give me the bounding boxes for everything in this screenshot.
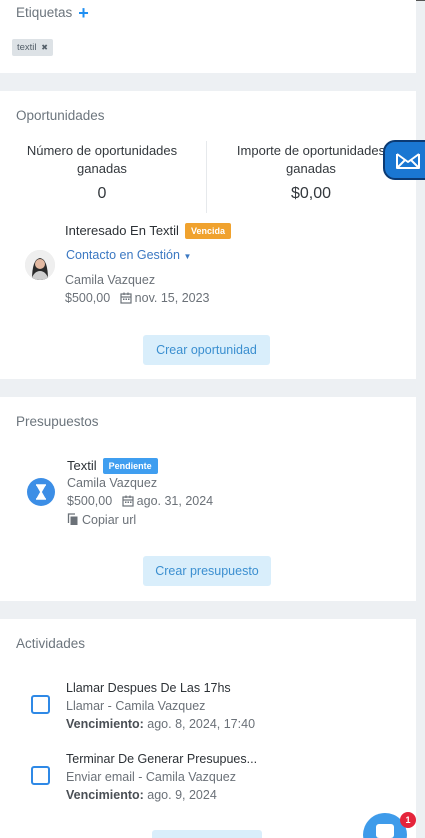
mail-tab[interactable] bbox=[383, 140, 425, 180]
quote-contact: Camila Vazquez bbox=[67, 476, 158, 490]
copy-icon bbox=[67, 513, 78, 525]
hourglass-icon bbox=[27, 478, 55, 506]
tag-remove-icon[interactable]: ✖ bbox=[41, 43, 48, 52]
partial-button[interactable] bbox=[152, 830, 262, 838]
tags-section-title: Etiquetas + bbox=[16, 3, 89, 24]
due-label: Vencimiento: bbox=[66, 717, 144, 731]
create-quote-button[interactable]: Crear presupuesto bbox=[143, 556, 271, 586]
tags-card: Etiquetas + textil ✖ bbox=[0, 0, 416, 73]
caret-down-icon: ▼ bbox=[183, 252, 192, 261]
quotes-section-title: Presupuestos bbox=[16, 414, 99, 429]
won-count-value: 0 bbox=[97, 185, 107, 202]
tag-label: textil bbox=[17, 42, 37, 53]
activity-due-date: ago. 9, 2024 bbox=[147, 788, 217, 802]
pending-badge: Pendiente bbox=[102, 458, 158, 474]
stage-dropdown[interactable]: Contacto en Gestión ▼ bbox=[66, 248, 191, 262]
won-count-label: Número de oportunidades ganadas bbox=[26, 143, 178, 176]
due-label: Vencimiento: bbox=[66, 788, 144, 802]
activities-section-title: Actividades bbox=[16, 636, 86, 651]
overdue-badge: Vencida bbox=[184, 223, 231, 239]
activity-subtitle: Llamar - Camila Vazquez bbox=[66, 699, 206, 713]
activity-due-row: Vencimiento: ago. 9, 2024 bbox=[66, 788, 217, 802]
opportunity-contact: Camila Vazquez bbox=[65, 273, 156, 287]
quote-name[interactable]: Textil bbox=[67, 458, 97, 473]
quotes-card: Presupuestos Textil Pendiente Camila Vazq… bbox=[0, 397, 416, 601]
envelope-icon bbox=[396, 153, 420, 169]
quote-amount-row: $500,00 ago. 31, 2024 bbox=[67, 494, 213, 508]
tag-chip: textil ✖ bbox=[12, 39, 53, 56]
add-tag-icon[interactable]: + bbox=[78, 3, 89, 23]
opportunity-name-row: Interesado En Textil Vencida bbox=[65, 223, 231, 239]
opportunity-amount-row: $500,00 nov. 15, 2023 bbox=[65, 291, 210, 305]
calendar-icon bbox=[122, 495, 134, 507]
copy-url-link[interactable]: Copiar url bbox=[67, 513, 136, 527]
activity-due-date: ago. 8, 2024, 17:40 bbox=[147, 717, 256, 731]
stats-divider bbox=[206, 141, 207, 213]
stage-label: Contacto en Gestión bbox=[66, 248, 180, 262]
copy-url-label: Copiar url bbox=[82, 513, 137, 527]
calendar-icon bbox=[120, 292, 132, 304]
quote-date: ago. 31, 2024 bbox=[136, 494, 214, 508]
activity-checkbox[interactable] bbox=[31, 766, 50, 785]
activity-due-row: Vencimiento: ago. 8, 2024, 17:40 bbox=[66, 717, 255, 731]
activity-title[interactable]: Terminar De Generar Presupues... bbox=[66, 752, 257, 766]
activity-subtitle: Enviar email - Camila Vazquez bbox=[66, 770, 236, 784]
activity-checkbox[interactable] bbox=[31, 695, 50, 714]
opportunity-amount: $500,00 bbox=[65, 291, 111, 305]
opportunities-card: Oportunidades Número de oportunidades ga… bbox=[0, 91, 416, 379]
chat-icon bbox=[376, 824, 394, 838]
tags-title-label: Etiquetas bbox=[16, 5, 73, 20]
chat-notification-badge: 1 bbox=[400, 812, 416, 828]
quote-amount: $500,00 bbox=[67, 494, 113, 508]
create-opportunity-button[interactable]: Crear oportunidad bbox=[143, 335, 270, 365]
won-amount-value: $0,00 bbox=[290, 185, 332, 202]
quote-name-row: Textil Pendiente bbox=[67, 458, 158, 474]
opportunity-date: nov. 15, 2023 bbox=[134, 291, 210, 305]
opportunity-name[interactable]: Interesado En Textil bbox=[65, 223, 179, 238]
won-amount-label: Importe de oportunidades ganadas bbox=[236, 143, 386, 176]
contact-avatar bbox=[25, 250, 55, 280]
opportunities-section-title: Oportunidades bbox=[16, 108, 105, 123]
activity-title[interactable]: Llamar Despues De Las 17hs bbox=[66, 681, 231, 695]
